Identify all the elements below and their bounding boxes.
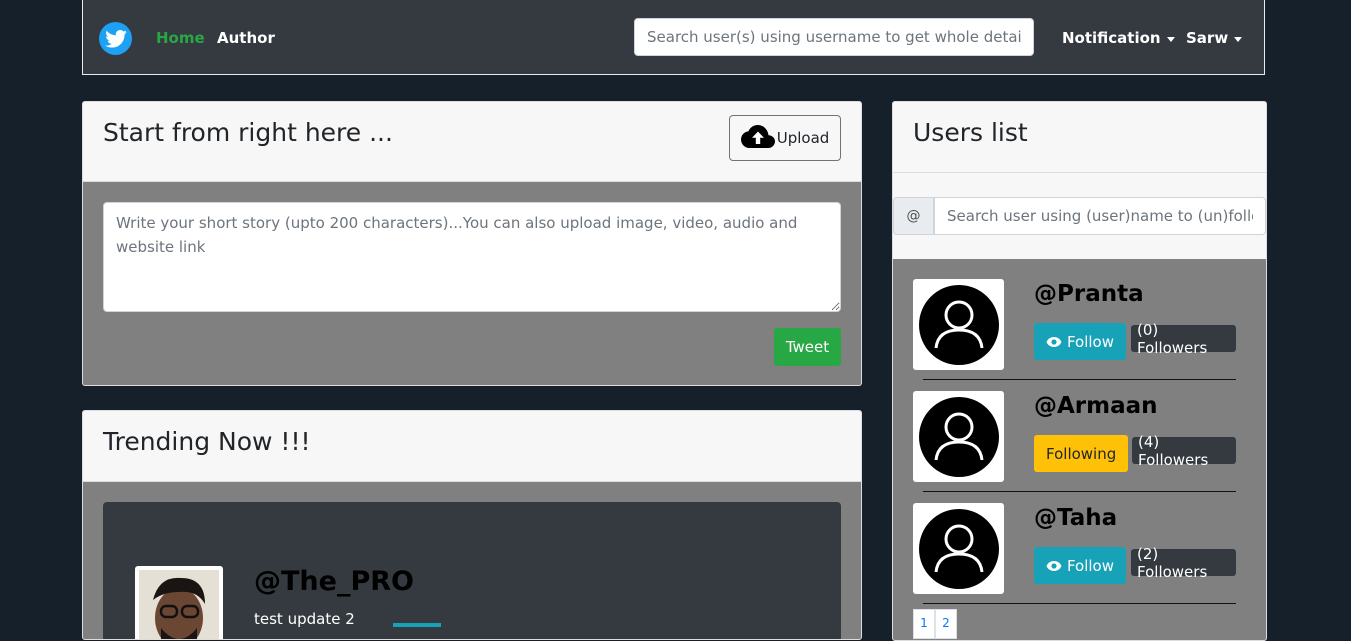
divider: [923, 491, 1236, 492]
tweet-text: test update 2: [254, 610, 355, 628]
upload-label: Upload: [776, 129, 830, 147]
user-avatar[interactable]: [913, 503, 1004, 594]
page-link-2[interactable]: 2: [935, 609, 957, 639]
follow-button[interactable]: Follow: [1034, 323, 1126, 360]
followers-count-badge: (0) Followers: [1131, 321, 1236, 357]
notification-label: Notification: [1062, 29, 1161, 47]
tweet-username[interactable]: @The_PRO: [254, 566, 414, 597]
user-avatar[interactable]: [913, 279, 1004, 370]
compose-title: Start from right here ...: [103, 118, 393, 147]
user-placeholder-icon: [918, 396, 999, 477]
users-list-header: Users list: [893, 102, 1266, 173]
user-name[interactable]: @Taha: [1034, 505, 1117, 531]
twitter-bird-icon[interactable]: [99, 22, 132, 55]
notification-dropdown[interactable]: Notification: [1062, 29, 1175, 47]
trending-header: Trending Now !!!: [83, 411, 861, 482]
user-name[interactable]: @Pranta: [1034, 281, 1144, 307]
user-menu-dropdown[interactable]: Sarw: [1186, 29, 1243, 47]
page-link-1[interactable]: 1: [913, 609, 935, 639]
list-item: @Taha Follow (2) Followers: [913, 503, 1236, 615]
caret-down-icon: [1166, 36, 1175, 42]
compose-card: Start from right here ... Upload Tweet: [82, 101, 862, 386]
follow-button[interactable]: Follow: [1034, 547, 1126, 584]
divider: [923, 603, 1236, 604]
story-textarea[interactable]: [103, 202, 841, 312]
pagination: 1 2: [913, 609, 957, 639]
list-item: @Armaan Following (4) Followers: [913, 391, 1236, 503]
caret-down-icon: [1234, 36, 1243, 42]
compose-body: Tweet: [83, 182, 861, 385]
user-details-search-input[interactable]: [634, 18, 1034, 56]
user-name[interactable]: @Armaan: [1034, 393, 1158, 419]
list-item: @Pranta Follow (0) Followers: [913, 279, 1236, 391]
navbar: Home Author Notification Sarw: [82, 0, 1265, 75]
user-placeholder-icon: [918, 284, 999, 365]
followers-count-badge: (2) Followers: [1131, 545, 1236, 581]
trending-card: Trending Now !!! @The_PRO test update 2: [82, 410, 862, 640]
eye-icon: [1046, 560, 1062, 571]
at-prefix: @: [893, 197, 934, 235]
following-button[interactable]: Following: [1034, 435, 1128, 472]
user-search-group: @: [893, 197, 1266, 235]
followers-count-badge: (4) Followers: [1132, 433, 1236, 469]
compose-header: Start from right here ... Upload: [83, 102, 861, 182]
profile-photo: [139, 570, 219, 639]
nav-author-link[interactable]: Author: [217, 29, 275, 47]
user-menu-label: Sarw: [1186, 29, 1229, 47]
tweet-action-button[interactable]: [393, 623, 441, 627]
users-list-title: Users list: [913, 118, 1028, 147]
tweet-button[interactable]: Tweet: [774, 328, 841, 366]
follow-label: Follow: [1066, 556, 1114, 575]
follow-label: Follow: [1066, 332, 1114, 351]
tweet-card: @The_PRO test update 2: [103, 502, 841, 639]
eye-icon: [1046, 336, 1062, 347]
users-list-body: @Pranta Follow (0) Followers @Armaan Fol…: [893, 259, 1266, 640]
users-list-card: Users list @ @Pranta Follow (0) Follower…: [892, 101, 1267, 641]
divider: [923, 379, 1236, 380]
user-avatar[interactable]: [913, 391, 1004, 482]
user-placeholder-icon: [918, 508, 999, 589]
tweet-avatar[interactable]: [135, 566, 223, 639]
trending-title: Trending Now !!!: [103, 427, 311, 456]
user-follow-search-input[interactable]: [934, 197, 1266, 235]
nav-home-link[interactable]: Home: [156, 29, 205, 47]
upload-button[interactable]: Upload: [729, 115, 841, 161]
following-label: Following: [1046, 444, 1117, 463]
cloud-upload-icon: [740, 125, 775, 148]
trending-body: @The_PRO test update 2: [83, 482, 861, 639]
